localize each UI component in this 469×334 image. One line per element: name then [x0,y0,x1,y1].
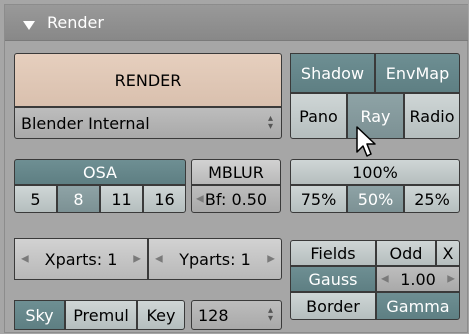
sky-toggle[interactable]: Sky [14,300,65,330]
osa-level-8[interactable]: 8 [57,185,100,213]
osa-toggle[interactable]: OSA [14,159,186,185]
motion-blur-factor-field[interactable]: ◀ Bf: 0.50 [191,185,281,213]
color-depth-value: 128 [198,305,229,325]
render-engine-value: Blender Internal [21,113,150,133]
border-toggle[interactable]: Border [290,292,376,320]
mblur-toggle[interactable]: MBLUR [191,159,281,185]
size-25-option[interactable]: 25% [404,185,460,213]
yparts-field[interactable]: ◀ Yparts: 1 ▶ [148,238,282,280]
render-engine-select[interactable]: Blender Internal ▴ ▾ [14,107,282,139]
fields-toggle[interactable]: Fields [290,240,376,266]
odd-toggle[interactable]: Odd [376,240,436,266]
increment-arrow-icon[interactable]: ▶ [267,254,275,265]
up-down-arrows-icon: ▴ ▾ [267,305,273,324]
xparts-field[interactable]: ◀ Xparts: 1 ▶ [14,238,148,280]
size-75-option[interactable]: 75% [290,185,347,213]
yparts-value: Yparts: 1 [179,249,251,269]
envmap-toggle[interactable]: EnvMap [375,53,460,93]
size-50-option[interactable]: 50% [347,185,404,213]
shadow-toggle[interactable]: Shadow [290,53,375,93]
panel-title: Render [47,13,104,32]
filter-size-field[interactable]: ◀ 1.00 ▶ [376,266,460,292]
motion-blur-factor-value: Bf: 0.50 [204,189,268,209]
size-100-toggle[interactable]: 100% [290,159,460,185]
panel-header[interactable]: Render [5,5,468,41]
increment-arrow-icon[interactable]: ▶ [133,254,141,265]
pano-toggle[interactable]: Pano [290,93,347,139]
osa-level-5[interactable]: 5 [14,185,57,213]
decrement-arrow-icon[interactable]: ◀ [381,274,389,285]
osa-level-11[interactable]: 11 [100,185,143,213]
radio-toggle[interactable]: Radio [404,93,460,139]
mouse-pointer-icon [356,126,376,157]
key-toggle[interactable]: Key [137,300,185,330]
collapse-triangle-icon[interactable] [23,21,35,30]
premul-toggle[interactable]: Premul [65,300,137,330]
gamma-toggle[interactable]: Gamma [376,292,460,320]
increment-arrow-icon[interactable]: ▶ [447,274,455,285]
osa-level-16[interactable]: 16 [143,185,186,213]
decrement-arrow-icon[interactable]: ◀ [21,254,29,265]
x-toggle[interactable]: X [436,240,460,266]
xparts-value: Xparts: 1 [44,249,118,269]
filter-size-value: 1.00 [400,269,436,289]
decrement-arrow-icon[interactable]: ◀ [196,194,204,205]
gauss-filter-menu[interactable]: Gauss [290,266,376,292]
decrement-arrow-icon[interactable]: ◀ [155,254,163,265]
render-button[interactable]: RENDER [14,53,282,107]
color-depth-select[interactable]: 128 ▴ ▾ [191,300,282,330]
up-down-arrows-icon: ▴ ▾ [267,113,273,132]
